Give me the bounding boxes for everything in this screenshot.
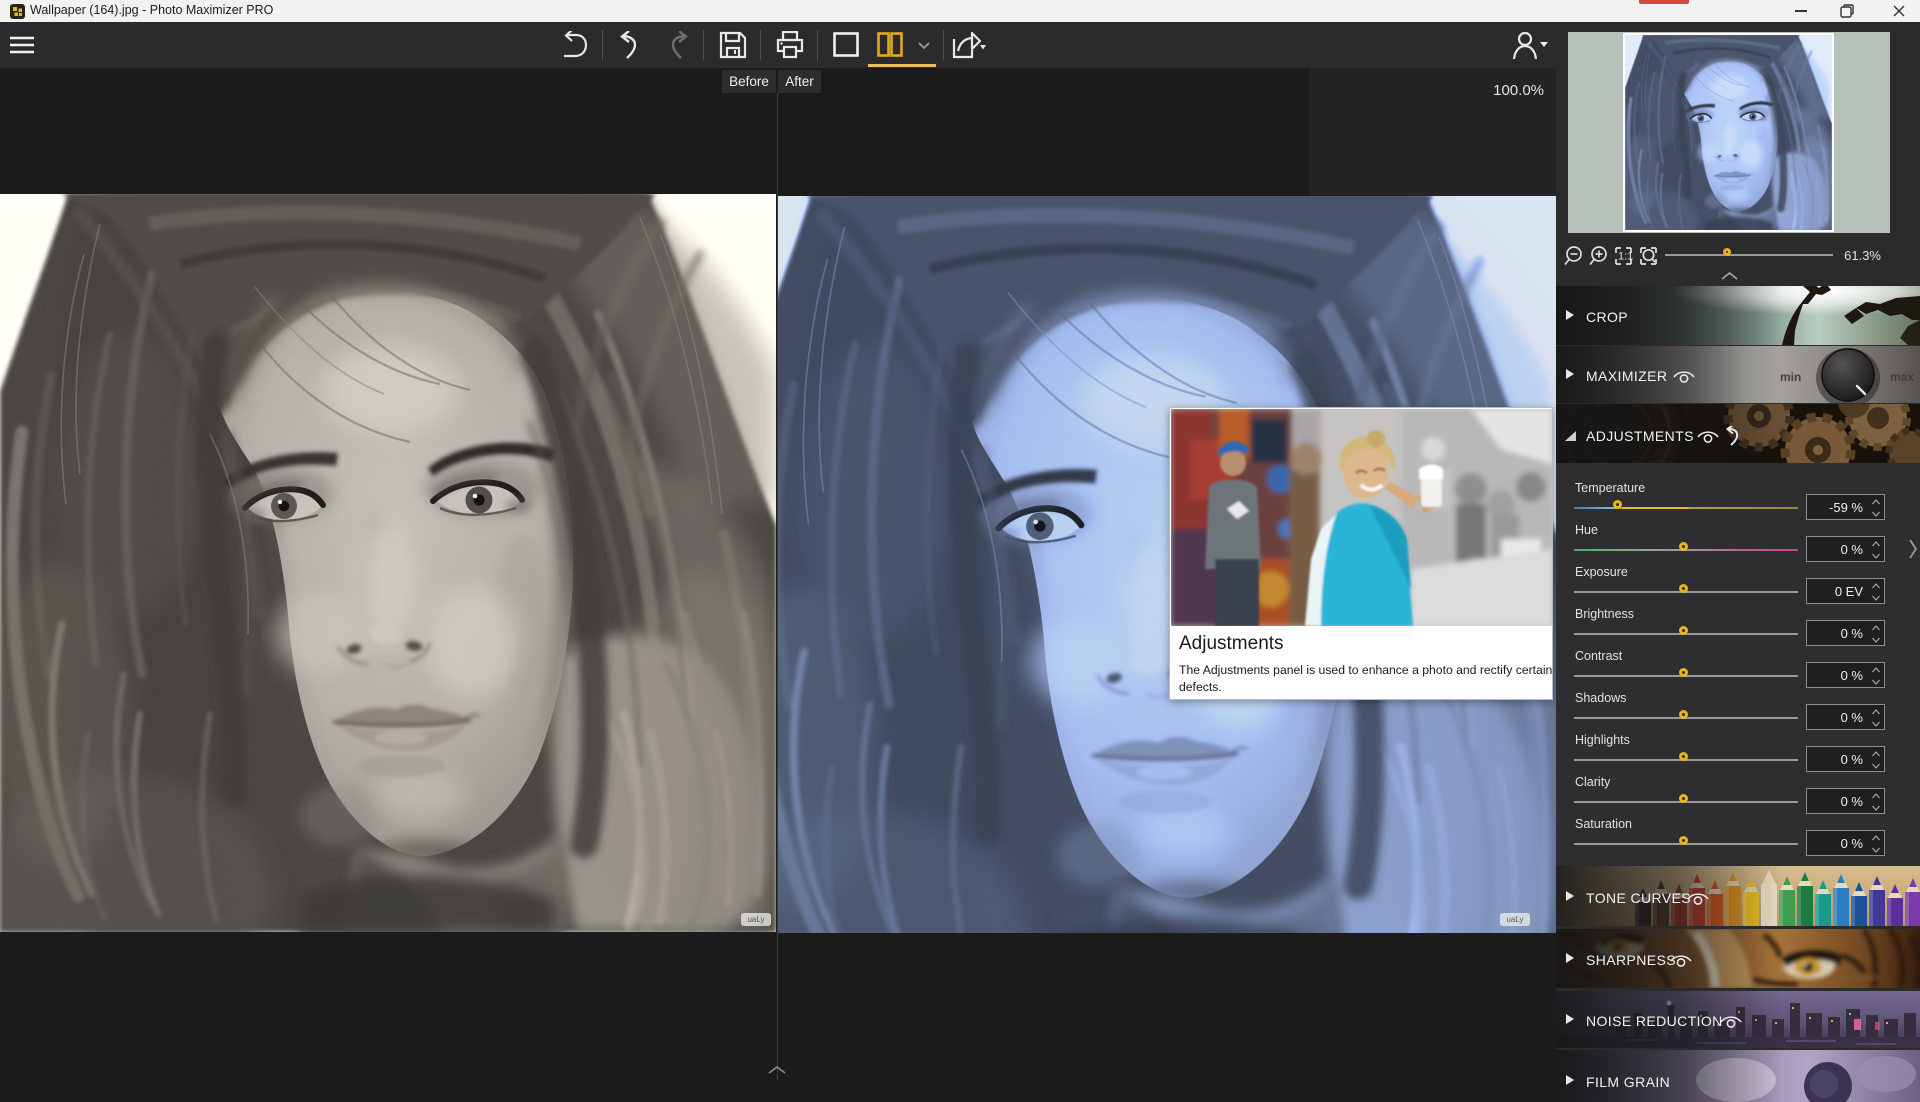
svg-text:1:1: 1:1 [1618,251,1633,263]
